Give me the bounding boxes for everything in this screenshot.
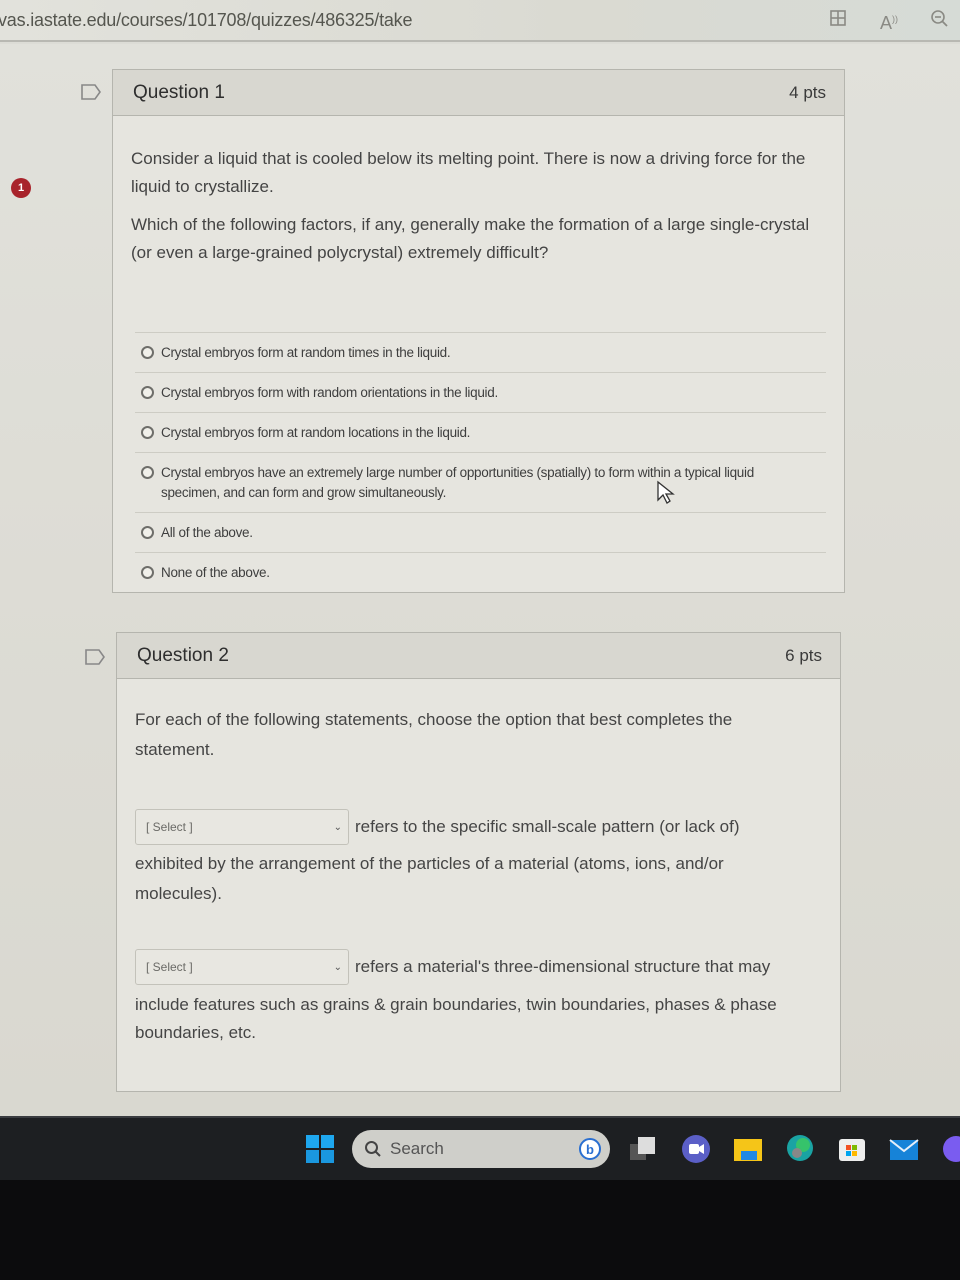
answer-label: Crystal embryos form with random orienta… — [161, 385, 498, 400]
laptop-bezel — [0, 1180, 960, 1280]
unanswered-alert-badge: 1 — [11, 178, 31, 198]
answer-option[interactable]: Crystal embryos have an extremely large … — [135, 452, 826, 512]
question-text: Consider a liquid that is cooled below i… — [131, 149, 806, 196]
statement-text-continued: include features such as grains & grain … — [135, 995, 777, 1042]
answer-option[interactable]: Crystal embryos form at random times in … — [135, 332, 826, 372]
question-prompt: Which of the following factors, if any, … — [131, 215, 810, 262]
answer-label: Crystal embryos have an extremely large … — [161, 465, 754, 500]
answer-option[interactable]: All of the above. — [135, 512, 826, 552]
edge-icon[interactable] — [785, 1134, 815, 1164]
question-2-header: Question 2 6 pts — [117, 633, 840, 679]
radio-button[interactable] — [141, 566, 154, 579]
select-dropdown[interactable]: [ Select ] ⌄ — [135, 809, 349, 845]
answer-label: Crystal embryos form at random locations… — [161, 425, 471, 440]
answer-option[interactable]: Crystal embryos form with random orienta… — [135, 372, 826, 412]
teams-meet-icon[interactable] — [681, 1134, 711, 1164]
blank-statement-2: [ Select ] ⌄ refers a material's three-d… — [135, 949, 822, 1047]
select-dropdown[interactable]: [ Select ] ⌄ — [135, 949, 349, 985]
bing-icon[interactable]: b — [578, 1137, 602, 1161]
answer-label: None of the above. — [161, 565, 270, 580]
zoom-out-icon[interactable] — [928, 8, 950, 30]
answer-label: All of the above. — [161, 525, 253, 540]
copilot-icon[interactable] — [941, 1134, 960, 1164]
select-value: [ Select ] — [146, 960, 193, 974]
windows-taskbar: Search b — [0, 1116, 960, 1180]
answer-option[interactable]: None of the above. — [135, 552, 826, 592]
question-points: 6 pts — [785, 645, 822, 665]
search-label: Search — [390, 1139, 444, 1158]
statement-text-continued: exhibited by the arrangement of the part… — [135, 854, 724, 903]
mail-icon[interactable] — [889, 1134, 919, 1164]
statement-text: refers a material's three-dimensional st… — [355, 957, 771, 976]
answer-label: Crystal embryos form at random times in … — [161, 345, 451, 360]
statement-text: refers to the specific small-scale patte… — [355, 817, 740, 836]
svg-text:b: b — [586, 1142, 594, 1157]
file-explorer-icon[interactable] — [733, 1134, 763, 1164]
mouse-cursor-icon — [657, 480, 675, 504]
browser-address-bar[interactable]: vas.iastate.edu/courses/101708/quizzes/4… — [0, 0, 960, 42]
question-points: 4 pts — [789, 82, 826, 102]
task-view-icon[interactable] — [628, 1134, 658, 1164]
read-aloud-icon[interactable]: A)) — [878, 8, 900, 33]
question-title: Question 1 — [133, 81, 225, 103]
split-screen-icon[interactable] — [828, 8, 850, 30]
radio-button[interactable] — [141, 386, 154, 399]
question-title: Question 2 — [137, 644, 229, 666]
store-icon[interactable] — [837, 1134, 867, 1164]
search-icon — [365, 1141, 381, 1157]
answer-option[interactable]: Crystal embryos form at random locations… — [135, 412, 826, 452]
start-icon[interactable] — [305, 1134, 335, 1164]
taskbar-search[interactable]: Search b — [352, 1130, 610, 1168]
flag-question-2-icon[interactable] — [85, 649, 105, 665]
chevron-down-icon: ⌄ — [333, 821, 342, 833]
question-intro: For each of the following statements, ch… — [135, 710, 733, 759]
question-1: Question 1 4 pts Consider a liquid that … — [112, 69, 845, 593]
flag-question-1-icon[interactable] — [81, 84, 101, 100]
url-text[interactable]: vas.iastate.edu/courses/101708/quizzes/4… — [0, 10, 412, 31]
chevron-down-icon: ⌄ — [333, 961, 342, 973]
radio-button[interactable] — [141, 466, 154, 479]
radio-button[interactable] — [141, 526, 154, 539]
radio-button[interactable] — [141, 426, 154, 439]
question-2: Question 2 6 pts For each of the followi… — [116, 632, 841, 1092]
blank-statement-1: [ Select ] ⌄ refers to the specific smal… — [135, 809, 822, 909]
question-1-header: Question 1 4 pts — [113, 70, 844, 116]
radio-button[interactable] — [141, 346, 154, 359]
answer-list: Crystal embryos form at random times in … — [135, 332, 826, 592]
select-value: [ Select ] — [146, 820, 193, 834]
